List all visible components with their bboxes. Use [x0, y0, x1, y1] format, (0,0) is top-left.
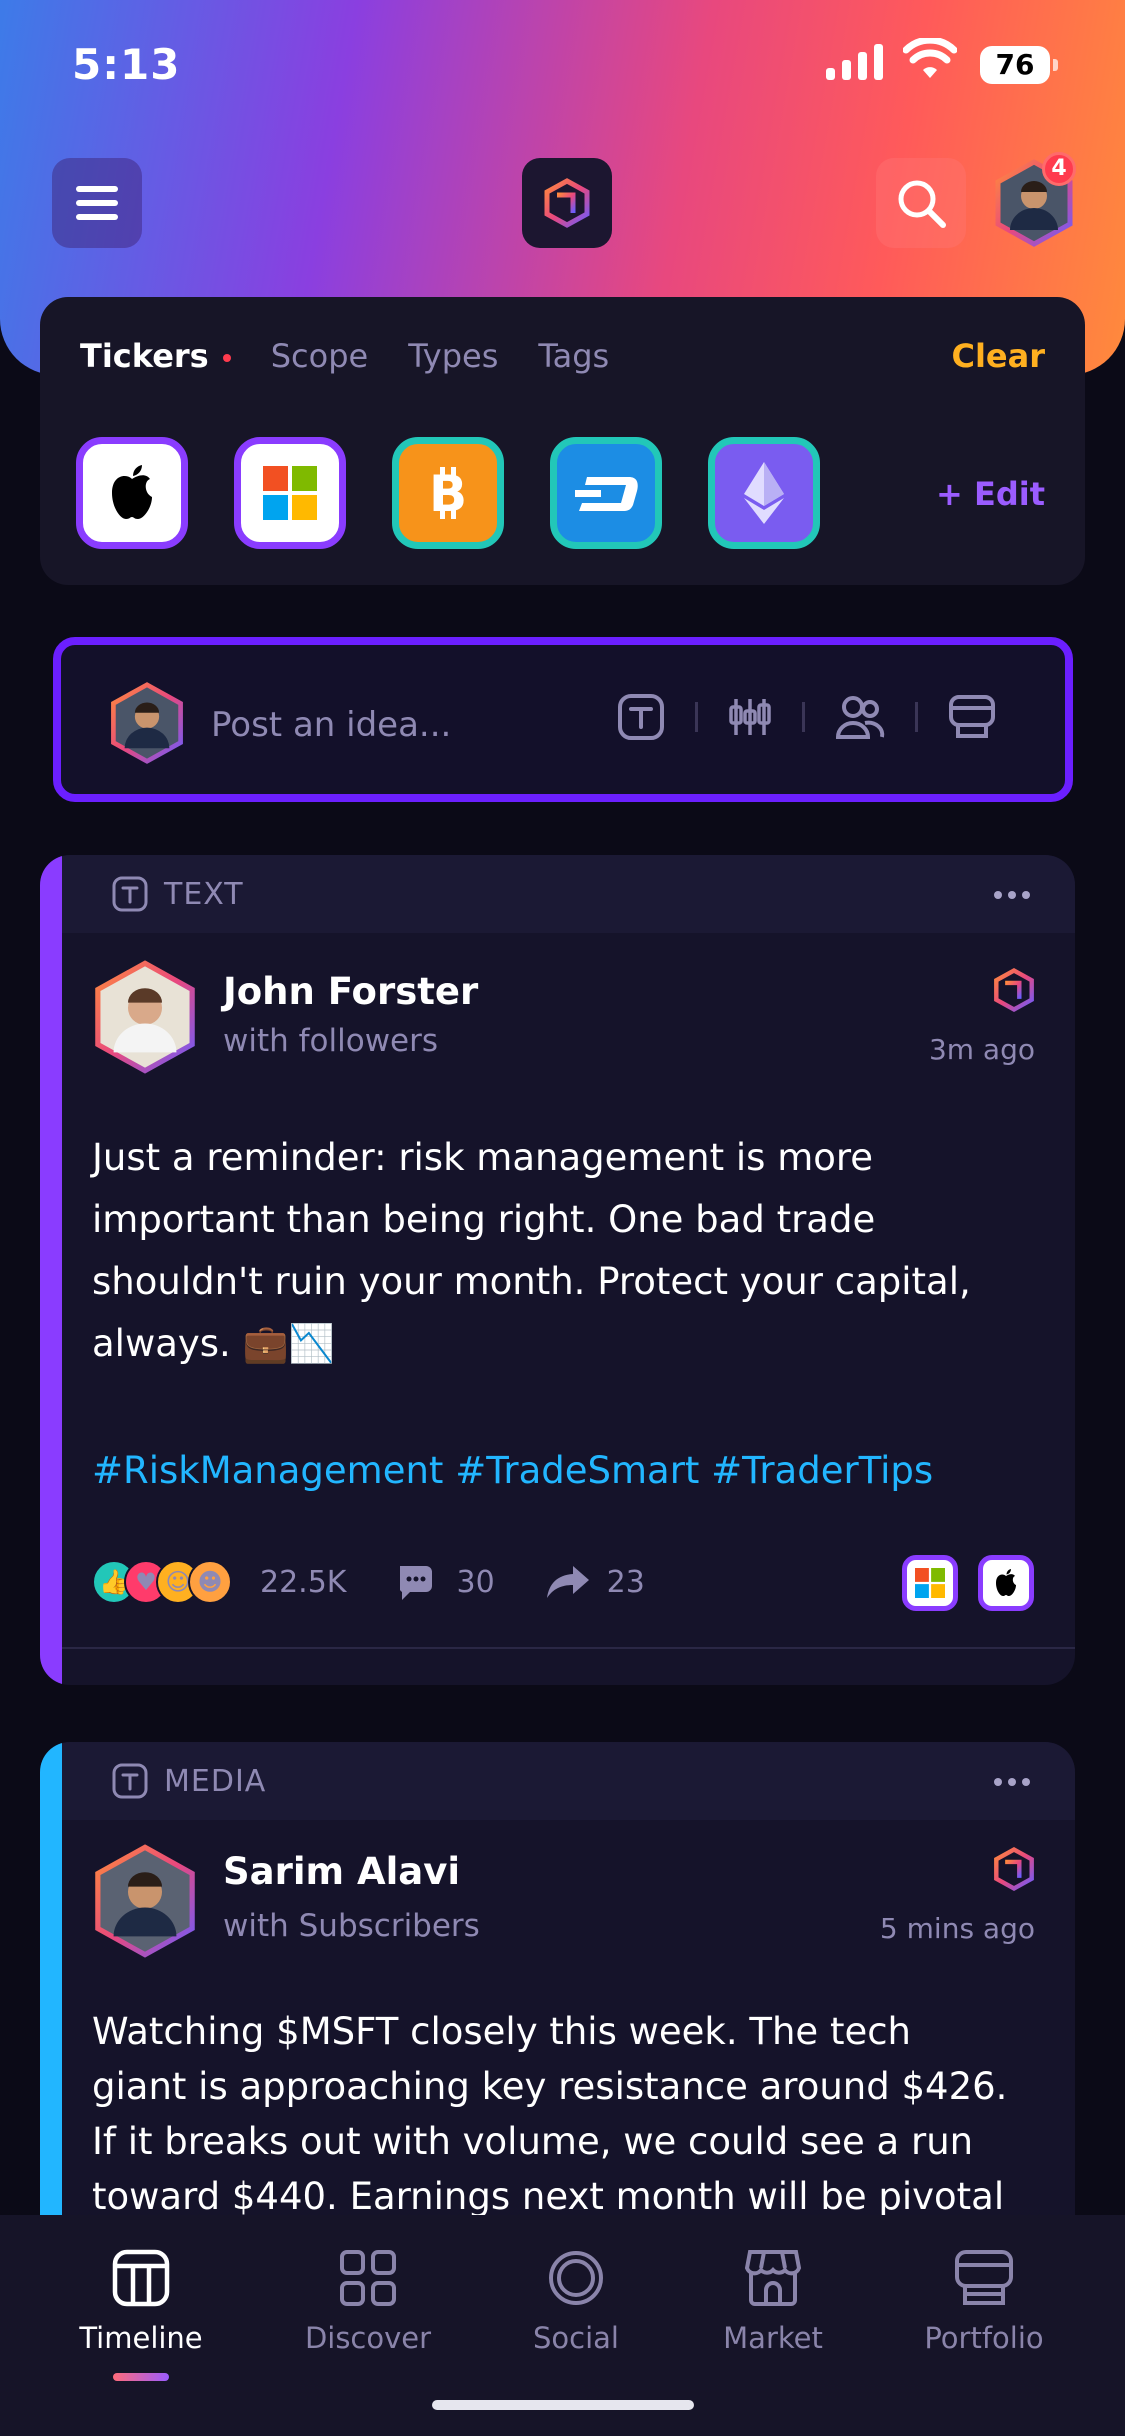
- edit-tickers-button[interactable]: + Edit: [936, 475, 1045, 513]
- author-photo-icon: [95, 1844, 195, 1958]
- tab-market[interactable]: Market: [673, 2243, 873, 2355]
- post-audience: with Subscribers: [223, 1908, 480, 1944]
- clear-filters-button[interactable]: Clear: [951, 337, 1045, 375]
- ticker-ethereum[interactable]: [708, 437, 820, 549]
- ticker-apple[interactable]: [76, 437, 188, 549]
- social-ring-icon: [549, 2251, 603, 2305]
- author-avatar[interactable]: [90, 1842, 200, 1964]
- author-name[interactable]: John Forster: [223, 970, 478, 1013]
- shares-count: 23: [606, 1564, 645, 1600]
- kiss-reaction-icon: ☻: [188, 1560, 232, 1604]
- microsoft-icon: [915, 1568, 945, 1598]
- comment-icon: [400, 1566, 433, 1600]
- tab-label: Market: [723, 2321, 823, 2355]
- home-indicator[interactable]: [432, 2400, 694, 2410]
- user-avatar-icon: [111, 682, 183, 764]
- portfolio-post-icon[interactable]: [948, 694, 996, 740]
- ticker-list: B: [76, 437, 820, 549]
- shares-stat[interactable]: 23: [545, 1564, 645, 1600]
- post-ticker-microsoft[interactable]: [902, 1555, 958, 1611]
- app-logo-icon: [991, 1844, 1037, 1898]
- media-type-icon: [112, 1763, 148, 1799]
- chart-post-icon[interactable]: [728, 695, 772, 739]
- post-composer[interactable]: Post an idea...: [53, 637, 1073, 802]
- tab-portfolio[interactable]: Portfolio: [884, 2243, 1084, 2355]
- tab-label: Portfolio: [924, 2321, 1044, 2355]
- more-options-icon[interactable]: [994, 891, 1030, 899]
- portfolio-icon: [955, 2250, 1013, 2305]
- tab-label: Timeline: [79, 2321, 203, 2355]
- post-hashtags[interactable]: #RiskManagement #TradeSmart #TraderTips: [92, 1440, 1015, 1502]
- dash-icon: [575, 477, 638, 511]
- active-tab-indicator: [113, 2373, 169, 2381]
- post-card-header: MEDIA: [62, 1742, 1075, 1820]
- composer-tools: [617, 693, 996, 741]
- ticker-dash[interactable]: [550, 437, 662, 549]
- cellular-signal-icon: [826, 44, 883, 80]
- market-store-icon: [744, 2250, 802, 2306]
- post-ticker-apple[interactable]: [978, 1555, 1034, 1611]
- menu-button[interactable]: [52, 158, 142, 248]
- post-timestamp: 5 mins ago: [879, 1912, 1035, 1945]
- battery-indicator: 76: [980, 46, 1058, 84]
- tab-label: Social: [533, 2321, 619, 2355]
- app-logo-button[interactable]: [522, 158, 612, 248]
- filter-tab-types[interactable]: Types: [408, 337, 498, 375]
- filter-tab-tags[interactable]: Tags: [538, 337, 609, 375]
- search-button[interactable]: [876, 158, 966, 248]
- ticker-bitcoin[interactable]: B: [392, 437, 504, 549]
- filter-tab-scope[interactable]: Scope: [271, 337, 368, 375]
- more-options-icon[interactable]: [994, 1778, 1030, 1786]
- filter-tabs: Tickers Scope Types Tags: [80, 337, 609, 375]
- tab-timeline[interactable]: Timeline: [41, 2243, 241, 2355]
- comments-count: 30: [456, 1564, 495, 1600]
- status-time: 5:13: [72, 40, 181, 89]
- author-name[interactable]: Sarim Alavi: [223, 1850, 460, 1893]
- text-post-icon[interactable]: [617, 693, 665, 741]
- tab-label: Discover: [304, 2321, 432, 2355]
- post-type-stripe: [40, 855, 62, 1685]
- post-engagement: 👍 ♥ ☺ ☻ 22.5K 30 23: [92, 1560, 645, 1604]
- tab-discover[interactable]: Discover: [268, 2243, 468, 2355]
- bitcoin-icon: B: [429, 465, 467, 523]
- composer-avatar: [107, 681, 187, 769]
- app-logo-icon: [991, 965, 1037, 1019]
- filter-panel: Tickers Scope Types Tags Clear B + Edit: [40, 297, 1085, 585]
- post-card[interactable]: TEXT John Forster with followers 3m ago …: [40, 855, 1075, 1685]
- apple-icon: [996, 1569, 1016, 1596]
- card-divider: [62, 1647, 1075, 1649]
- microsoft-icon: [263, 466, 317, 520]
- ticker-microsoft[interactable]: [234, 437, 346, 549]
- reaction-emojis[interactable]: 👍 ♥ ☺ ☻: [92, 1560, 232, 1604]
- filter-tab-tickers[interactable]: Tickers: [80, 337, 231, 375]
- likes-count: 22.5K: [260, 1564, 347, 1600]
- author-photo-icon: [95, 960, 195, 1074]
- text-type-icon: [112, 876, 148, 912]
- svg-text:B: B: [429, 465, 467, 523]
- timeline-icon: [112, 2249, 170, 2307]
- apple-icon: [112, 465, 152, 519]
- share-icon: [546, 1566, 589, 1598]
- discover-grid-icon: [340, 2250, 396, 2306]
- post-type-label: MEDIA: [164, 1763, 267, 1799]
- post-type-label: TEXT: [164, 876, 244, 912]
- status-bar: 5:13 76: [0, 0, 1125, 130]
- tab-social[interactable]: Social: [476, 2243, 676, 2355]
- hamburger-icon: [76, 178, 118, 228]
- wifi-icon: [903, 38, 957, 78]
- comments-stat[interactable]: 30: [396, 1562, 495, 1602]
- group-post-icon[interactable]: [835, 693, 885, 741]
- post-timestamp: 3m ago: [928, 1033, 1035, 1066]
- app-logo-icon: [544, 178, 590, 228]
- notification-badge: 4: [1042, 152, 1076, 186]
- post-body: Just a reminder: risk management is more…: [92, 1136, 971, 1365]
- post-card-header: TEXT: [62, 855, 1075, 933]
- author-avatar[interactable]: [90, 958, 200, 1080]
- search-icon: [898, 180, 946, 228]
- ethereum-icon: [744, 462, 784, 524]
- composer-placeholder[interactable]: Post an idea...: [211, 705, 451, 745]
- post-audience: with followers: [223, 1023, 439, 1059]
